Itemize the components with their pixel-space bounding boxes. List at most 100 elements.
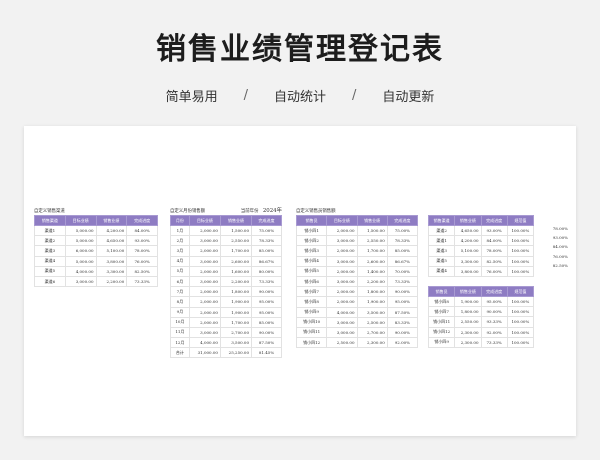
table-cell[interactable]: 3,300.00 bbox=[454, 255, 482, 267]
table-cell[interactable]: 1,800.00 bbox=[219, 286, 253, 298]
table-cell[interactable]: 93.33% bbox=[480, 316, 508, 328]
table-cell[interactable]: 84.00% bbox=[126, 224, 158, 237]
table-cell[interactable]: 81.45% bbox=[251, 347, 282, 359]
table-cell[interactable]: 93.00% bbox=[480, 224, 508, 237]
table-cell[interactable]: 1,900.00 bbox=[219, 306, 253, 318]
table-cell[interactable]: 渠道1 bbox=[427, 235, 456, 247]
table-cell[interactable]: 9月 bbox=[170, 306, 190, 318]
table-cell[interactable]: 1,700.00 bbox=[356, 245, 388, 257]
table-cell[interactable]: 2月 bbox=[170, 235, 190, 247]
table-cell[interactable]: 12月 bbox=[170, 337, 190, 349]
table-cell[interactable]: 82.50% bbox=[480, 255, 508, 267]
table-cell[interactable]: 4,000.00 bbox=[64, 265, 97, 277]
table-cell[interactable]: 销小四8 bbox=[427, 295, 456, 308]
table-cell[interactable]: 2,700.00 bbox=[219, 326, 253, 339]
table-cell[interactable]: 渠道6 bbox=[34, 275, 66, 288]
table-cell[interactable]: 渠道5 bbox=[427, 255, 456, 267]
table-cell[interactable]: 2,500.00 bbox=[326, 337, 358, 349]
table-cell[interactable]: 75.00% bbox=[251, 224, 282, 237]
table-cell[interactable]: 2,000.00 bbox=[188, 224, 221, 237]
table-cell[interactable]: 销小四9 bbox=[427, 336, 456, 348]
table-cell[interactable]: 销小四9 bbox=[295, 306, 328, 318]
table-cell[interactable]: 2,300.00 bbox=[454, 326, 482, 338]
table-cell[interactable]: 3,300.00 bbox=[95, 265, 128, 277]
table-cell[interactable]: 合计 bbox=[170, 347, 190, 359]
table-cell[interactable]: 销小四2 bbox=[295, 235, 328, 247]
table-cell[interactable]: 1,700.00 bbox=[219, 316, 253, 328]
table-cell[interactable]: 2,000.00 bbox=[188, 265, 221, 277]
table-cell[interactable]: 销小四11 bbox=[427, 316, 456, 328]
table-cell[interactable]: 76.00% bbox=[480, 265, 508, 277]
table-cell[interactable]: 80.00% bbox=[251, 265, 282, 277]
table-cell[interactable]: 5,000.00 bbox=[64, 224, 97, 237]
table-cell[interactable]: 2,000.00 bbox=[188, 245, 221, 257]
table-cell[interactable]: 1,900.00 bbox=[219, 296, 253, 308]
table-cell[interactable]: 3,500.00 bbox=[356, 306, 388, 318]
table-cell[interactable]: 销小四11 bbox=[295, 326, 328, 339]
table-cell[interactable]: 100.00% bbox=[506, 224, 535, 237]
table-cell[interactable]: 2,700.00 bbox=[356, 326, 388, 339]
table-cell[interactable]: 85.00% bbox=[386, 245, 419, 257]
table-cell[interactable]: 4,200.00 bbox=[95, 224, 128, 237]
table-cell[interactable]: 100.00% bbox=[506, 306, 535, 318]
table-cell[interactable]: 1,900.00 bbox=[356, 296, 388, 308]
table-cell[interactable]: 90.00% bbox=[251, 286, 282, 298]
table-cell[interactable]: 销小四4 bbox=[295, 255, 328, 267]
table-cell[interactable]: 3月 bbox=[170, 245, 190, 257]
table-cell[interactable]: 73.33% bbox=[126, 275, 158, 288]
table-cell[interactable]: 3,000.00 bbox=[326, 326, 358, 339]
table-cell[interactable]: 100.00% bbox=[506, 326, 535, 338]
table-cell[interactable]: 3,000.00 bbox=[326, 275, 358, 288]
table-cell[interactable]: 3,500.00 bbox=[219, 337, 253, 349]
table-cell[interactable]: 6,000.00 bbox=[64, 245, 97, 257]
table-cell[interactable]: 3,800.00 bbox=[454, 265, 482, 277]
table-cell[interactable]: 90.00% bbox=[386, 286, 419, 298]
table-cell[interactable]: 2,200.00 bbox=[219, 275, 253, 288]
table-cell[interactable]: 6月 bbox=[170, 275, 190, 288]
table-cell[interactable]: 2,000.00 bbox=[326, 286, 358, 298]
table-cell[interactable]: 销小四12 bbox=[295, 337, 328, 349]
table-cell[interactable]: 5,000.00 bbox=[64, 255, 97, 267]
table-cell[interactable]: 93.00% bbox=[126, 235, 158, 247]
table-cell[interactable]: 1,600.00 bbox=[219, 265, 253, 277]
table-cell[interactable]: 5,000.00 bbox=[64, 235, 97, 247]
table-cell[interactable]: 90.00% bbox=[480, 306, 508, 318]
table-cell[interactable]: 73.33% bbox=[251, 275, 282, 288]
table-cell[interactable]: 4月 bbox=[170, 255, 190, 267]
table-cell[interactable]: 2,200.00 bbox=[356, 275, 388, 288]
table-cell[interactable]: 3,000.00 bbox=[188, 326, 221, 339]
table-cell[interactable]: 78.33% bbox=[386, 235, 419, 247]
table-cell[interactable]: 3,000.00 bbox=[326, 235, 358, 247]
table-cell[interactable]: 销小四8 bbox=[295, 296, 328, 308]
table-cell[interactable]: 渠道4 bbox=[427, 265, 456, 277]
table-cell[interactable]: 100.00% bbox=[506, 235, 535, 247]
table-cell[interactable]: 85.00% bbox=[251, 316, 282, 328]
table-cell[interactable]: 25,250.00 bbox=[219, 347, 253, 359]
table-cell[interactable]: 100.00% bbox=[506, 255, 535, 267]
table-cell[interactable]: 2,000.00 bbox=[188, 296, 221, 308]
table-cell[interactable]: 渠道3 bbox=[34, 245, 66, 257]
table-cell[interactable]: 100.00% bbox=[506, 245, 535, 257]
table-cell[interactable]: 100.00% bbox=[506, 316, 535, 328]
table-cell[interactable]: 8月 bbox=[170, 296, 190, 308]
table-cell[interactable]: 92.00% bbox=[480, 326, 508, 338]
table-cell[interactable]: 100.00% bbox=[506, 336, 535, 348]
table-cell[interactable]: 78.00% bbox=[126, 245, 158, 257]
table-cell[interactable]: 3,000.00 bbox=[326, 255, 358, 267]
table-cell[interactable]: 75.00% bbox=[386, 224, 419, 237]
table-cell[interactable]: 2,300.00 bbox=[454, 336, 482, 348]
table-cell[interactable]: 销小四7 bbox=[295, 286, 328, 298]
table-cell[interactable]: 87.50% bbox=[386, 306, 419, 318]
table-cell[interactable]: 4,650.00 bbox=[95, 235, 128, 247]
table-cell[interactable]: 销小四10 bbox=[295, 316, 328, 328]
table-cell[interactable]: 3,000.00 bbox=[188, 235, 221, 247]
table-cell[interactable]: 2,200.00 bbox=[95, 275, 128, 288]
table-cell[interactable]: 1,400.00 bbox=[356, 265, 388, 277]
year-value[interactable]: 2024年 bbox=[263, 208, 282, 214]
table-cell[interactable]: 2,000.00 bbox=[326, 245, 358, 257]
table-cell[interactable]: 73.33% bbox=[386, 275, 419, 288]
table-cell[interactable]: 87.50% bbox=[251, 337, 282, 349]
table-cell[interactable]: 1,500.00 bbox=[219, 224, 253, 237]
table-cell[interactable]: 5,100.00 bbox=[95, 245, 128, 257]
table-cell[interactable]: 2,000.00 bbox=[188, 286, 221, 298]
